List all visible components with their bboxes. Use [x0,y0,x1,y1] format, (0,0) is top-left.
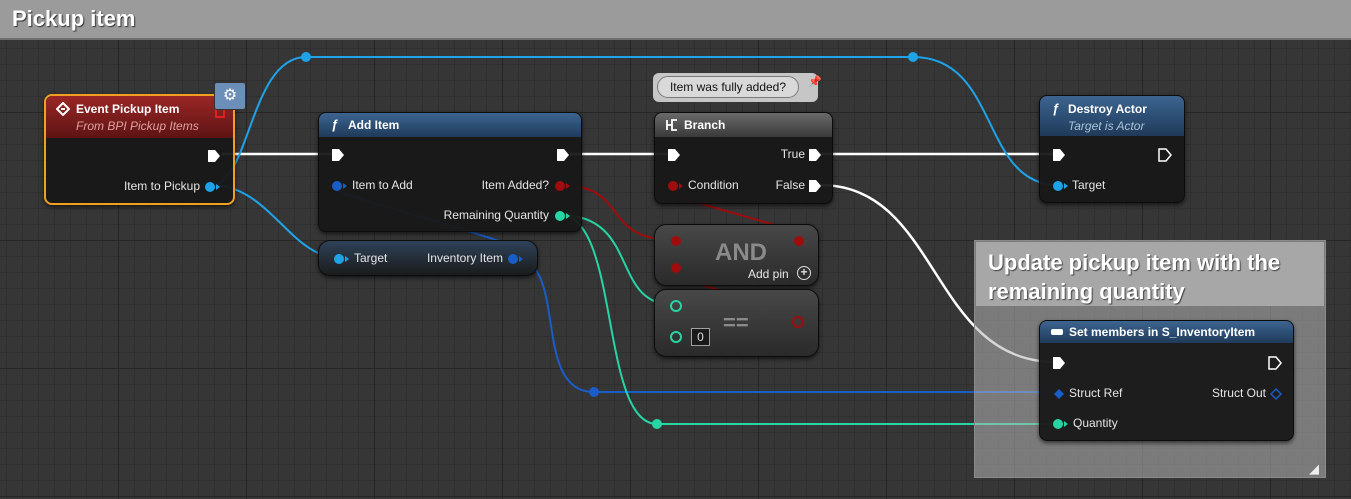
pin-label-item-to-add: Item to Add [352,178,413,192]
reroute-knot [589,387,599,397]
pin-label-target: Target [354,251,388,265]
pin-label-item-added: Item Added? [481,178,549,192]
object-in-pin[interactable] [1052,179,1070,193]
bool-out-pin[interactable] [792,234,806,248]
object-out-pin[interactable] [204,180,222,194]
node-title: Set members in S_InventoryItem [1069,325,1256,339]
pin-label-struct-ref: Struct Ref [1069,386,1123,400]
pin-label-item-to-pickup: Item to Pickup [123,179,200,193]
pin-label-struct-out: Struct Out [1211,386,1266,400]
node-subtitle: From BPI Pickup Items [76,119,199,133]
pin-label-target: Target [1072,178,1106,192]
default-value-input[interactable]: 0 [691,328,710,346]
branch-icon [666,119,677,131]
struct-out-pin[interactable] [507,252,525,266]
operator-label: == [723,310,749,335]
node-title: Branch [684,118,726,132]
int-in-pin-default[interactable] [669,330,683,344]
object-in-pin[interactable] [331,179,349,193]
int-in-pin[interactable] [669,299,683,313]
pin-label-remaining-quantity: Remaining Quantity [443,208,549,222]
event-pickup-item-node[interactable]: Event Pickup Item From BPI Pickup Items … [44,94,235,205]
bool-in-pin[interactable] [669,261,683,275]
add-pin-label: Add pin [748,267,789,281]
pin-comment-icon[interactable]: 📌 [808,75,822,88]
blueprint-interface-icon: ⚙ [214,82,246,110]
exec-out-pin[interactable] [207,149,221,163]
function-icon: ƒ [331,117,339,132]
int-out-pin[interactable] [554,209,572,223]
destroy-actor-node[interactable]: ƒ Destroy Actor Target is Actor Target [1039,95,1185,203]
comment-title-update-pickup: Update pickup item with the remaining qu… [988,250,1281,304]
pin-label-quantity: Quantity [1073,416,1118,430]
exec-out-pin[interactable] [1268,356,1282,370]
object-in-pin[interactable] [333,252,351,266]
function-icon: ƒ [1052,101,1060,116]
exec-out-true-pin[interactable] [808,148,822,162]
node-title: Add Item [348,118,400,132]
set-members-icon [1051,329,1063,335]
exec-out-pin[interactable] [1158,148,1172,162]
pin-label-inventory-item: Inventory Item [426,251,503,265]
reroute-knot [301,52,311,62]
bool-out-pin[interactable] [791,315,805,329]
set-members-node[interactable]: Set members in S_InventoryItem Struct Re… [1039,320,1294,441]
node-title: Event Pickup Item [76,102,180,116]
node-comment-text[interactable]: Item was fully added? [657,76,799,98]
bool-in-pin[interactable] [669,234,683,248]
pin-label-false: False [775,178,805,192]
reroute-knot [652,419,662,429]
and-node[interactable]: AND Add pin [654,224,819,286]
bool-out-pin[interactable] [554,179,572,193]
bool-in-pin[interactable] [667,179,685,193]
exec-in-pin[interactable] [1052,356,1066,370]
exec-in-pin[interactable] [667,148,681,162]
pin-label-condition: Condition [688,178,739,192]
get-inventory-item-node[interactable]: Target Inventory Item [318,240,538,276]
add-pin-icon[interactable]: + [797,266,811,280]
exec-out-false-pin[interactable] [808,179,822,193]
operator-label: AND [715,239,767,266]
node-subtitle: Target is Actor [1068,119,1145,133]
branch-node[interactable]: Branch True Condition False [654,112,833,204]
equals-node[interactable]: == [654,289,819,357]
reroute-knot [908,52,918,62]
node-title: Destroy Actor [1068,102,1147,116]
exec-out-pin[interactable] [556,148,570,162]
node-header [655,113,832,137]
add-item-node[interactable]: ƒ Add Item Item to Add Item Added? Remai… [318,112,582,232]
comment-box-pickup-item[interactable]: Pickup item [0,0,1351,40]
comment-title: Pickup item [12,6,136,31]
exec-in-pin[interactable] [1052,148,1066,162]
int-in-pin[interactable] [1052,417,1070,431]
struct-ref-pin[interactable] [1052,387,1066,401]
struct-out-pin[interactable] [1269,387,1283,401]
exec-in-pin[interactable] [331,148,345,162]
pin-label-true: True [780,147,805,161]
resize-grip-icon[interactable]: ◢ [1309,462,1323,476]
event-diamond-icon [56,102,70,116]
